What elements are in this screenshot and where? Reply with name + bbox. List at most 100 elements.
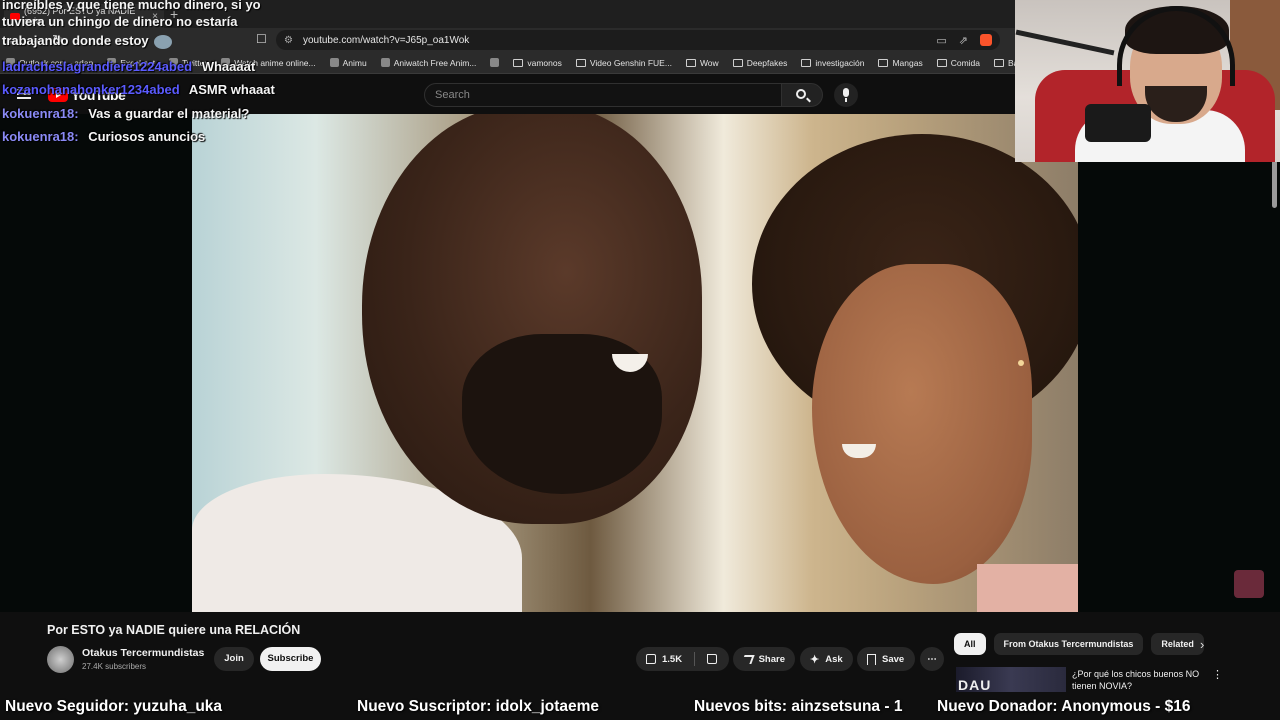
- chip-related[interactable]: Related: [1151, 633, 1204, 655]
- more-actions-button[interactable]: ⋯: [920, 647, 944, 671]
- omnibox-actions: ▭ ⇗: [936, 33, 992, 47]
- join-button[interactable]: Join: [214, 647, 254, 671]
- chat-message: kokuenra18: Curiosos anuncios: [2, 129, 205, 144]
- bookmark-item[interactable]: Wow: [685, 58, 719, 68]
- folder-icon: [575, 58, 586, 67]
- bookmark-label: vamonos: [527, 57, 562, 68]
- search-placeholder: Search: [435, 89, 470, 101]
- site-favicon-icon: [490, 58, 500, 67]
- chat-text: ASMR whaaat: [188, 82, 275, 97]
- bookmark-page-icon[interactable]: ☐: [256, 32, 267, 46]
- chat-message: kozanohanahonker1234abed ASMR whaaat: [2, 82, 275, 97]
- folder-icon: [685, 58, 696, 67]
- chat-message: ladracheslagrandiere1224abed Whaaaat: [2, 59, 255, 74]
- woman-face: [812, 264, 1032, 584]
- bookmark-item[interactable]: Comida: [936, 57, 981, 68]
- share-icon: [741, 654, 755, 664]
- ask-button[interactable]: ✦ Ask: [800, 647, 853, 671]
- site-favicon-icon: [329, 58, 339, 67]
- bookmark-label: Deepfakes: [746, 57, 788, 68]
- voice-search-button[interactable]: [834, 83, 858, 107]
- chat-fragment: tuviera un chingo de dinero no estaría: [2, 14, 238, 29]
- woman-earring: [1018, 360, 1024, 366]
- chat-username: kokuenra18:: [2, 129, 79, 144]
- bookmark-item[interactable]: Deepfakes: [732, 57, 788, 68]
- search-icon: [796, 89, 806, 99]
- share-button[interactable]: Share: [733, 647, 795, 671]
- video-info: Por ESTO ya NADIE quiere una RELACIÓN Ot…: [0, 612, 1280, 692]
- bookmark-label: Animu: [342, 57, 367, 68]
- search-button[interactable]: [781, 83, 823, 107]
- page-scrollbar[interactable]: [1272, 160, 1277, 208]
- related-filter-chips: All From Otakus Tercermundistas Related: [954, 633, 1204, 655]
- address-url: youtube.com/watch?v=J65p_oa1Wok: [302, 34, 470, 46]
- related-video-title[interactable]: ¿Por qué los chicos buenos NO tienen NOV…: [1072, 668, 1212, 692]
- bookmark-item[interactable]: Aniwatch Free Anim...: [380, 57, 477, 68]
- site-info-icon[interactable]: ⚙: [284, 35, 293, 46]
- share-page-icon[interactable]: ⇗: [959, 34, 968, 47]
- folder-icon: [994, 58, 1005, 67]
- folder-icon: [732, 58, 743, 67]
- bookmark-label: Mangas: [892, 57, 923, 68]
- bookmark-item[interactable]: investigación: [801, 58, 864, 68]
- bookmark-item[interactable]: Mangas: [878, 57, 923, 68]
- like-divider: [694, 652, 696, 666]
- chat-emote-icon: [154, 34, 173, 49]
- search-input[interactable]: Search: [424, 83, 782, 107]
- chat-text: Vas a guardar el material?: [88, 106, 250, 121]
- dislike-icon[interactable]: [707, 654, 718, 664]
- brave-shields-icon[interactable]: [980, 33, 992, 46]
- subscribe-button[interactable]: Subscribe: [260, 647, 321, 671]
- folder-icon: [878, 58, 889, 67]
- bookmark-label: Aniwatch Free Anim...: [393, 57, 477, 68]
- ticker-new-bits: Nuevos bits: ainzsetsuna - 1: [694, 698, 903, 715]
- bookmark-item[interactable]: Video Genshin FUE...: [575, 58, 672, 68]
- chat-message: kokuenra18: Vas a guardar el material?: [2, 106, 249, 121]
- channel-name[interactable]: Otakus Tercermundistas: [82, 647, 204, 659]
- like-count[interactable]: 1.5K: [662, 654, 682, 665]
- chat-username: kozanohanahonker1234abed: [2, 82, 180, 97]
- stream-alert-ticker: Nuevo Seguidor: yuzuha_uka Nuevo Suscrip…: [0, 692, 1280, 720]
- bookmark-item[interactable]: vamonos: [513, 58, 562, 68]
- folder-icon: [936, 58, 947, 67]
- overlay-avatar: [1234, 570, 1264, 598]
- bookmark-label: investigación: [815, 57, 865, 68]
- sparkle-icon: ✦: [810, 653, 820, 666]
- chat-fragment-text: trabajando donde estoy: [2, 33, 149, 48]
- chevron-right-icon[interactable]: ›: [1200, 637, 1204, 652]
- microphone: [1085, 104, 1151, 142]
- save-button[interactable]: Save: [857, 647, 915, 671]
- bookmark-label: Bar: [1008, 57, 1015, 68]
- mic-arm: [1015, 29, 1115, 56]
- site-favicon-icon: [380, 58, 390, 67]
- streamer-webcam: [1015, 0, 1280, 162]
- related-video-thumbnail[interactable]: DAU: [956, 667, 1066, 692]
- chip-all[interactable]: All: [954, 633, 986, 655]
- bookmark-item[interactable]: Bar: [994, 58, 1015, 68]
- video-title: Por ESTO ya NADIE quiere una RELACIÓN: [47, 623, 301, 637]
- folder-icon: [801, 58, 812, 67]
- more-vertical-icon[interactable]: ⋮: [1212, 668, 1223, 681]
- chat-text: Curiosos anuncios: [88, 129, 206, 144]
- save-label: Save: [882, 653, 905, 665]
- chat-username: kokuenra18:: [2, 106, 79, 121]
- bookmark-item[interactable]: [490, 58, 500, 67]
- related-thumb-text: DAU: [958, 677, 992, 692]
- chat-fragment: increíbles y que tiene mucho dinero, si …: [2, 0, 261, 12]
- bookmark-item[interactable]: Animu: [329, 57, 367, 68]
- bookmark-label: Comida: [950, 57, 981, 68]
- chip-from-channel[interactable]: From Otakus Tercermundistas: [993, 633, 1144, 655]
- ticker-new-follower: Nuevo Seguidor: yuzuha_uka: [5, 698, 223, 715]
- bookmark-icon: [867, 653, 876, 665]
- share-label: Share: [758, 653, 785, 665]
- channel-avatar[interactable]: [47, 646, 74, 673]
- video-player[interactable]: [192, 114, 1078, 612]
- subscriber-count: 27.4K subscribers: [82, 662, 147, 671]
- chat-text: Whaaaat: [201, 59, 256, 74]
- folder-icon: [513, 58, 524, 67]
- ticker-new-subscriber: Nuevo Suscriptor: idolx_jotaeme: [357, 698, 600, 715]
- cast-icon[interactable]: ▭: [936, 34, 946, 47]
- screen: (6952) Por ESTO ya NADIE quie × + ← → ↻ …: [0, 0, 1280, 720]
- address-bar[interactable]: ⚙ youtube.com/watch?v=J65p_oa1Wok ▭ ⇗: [276, 30, 1000, 50]
- like-icon[interactable]: [646, 654, 656, 664]
